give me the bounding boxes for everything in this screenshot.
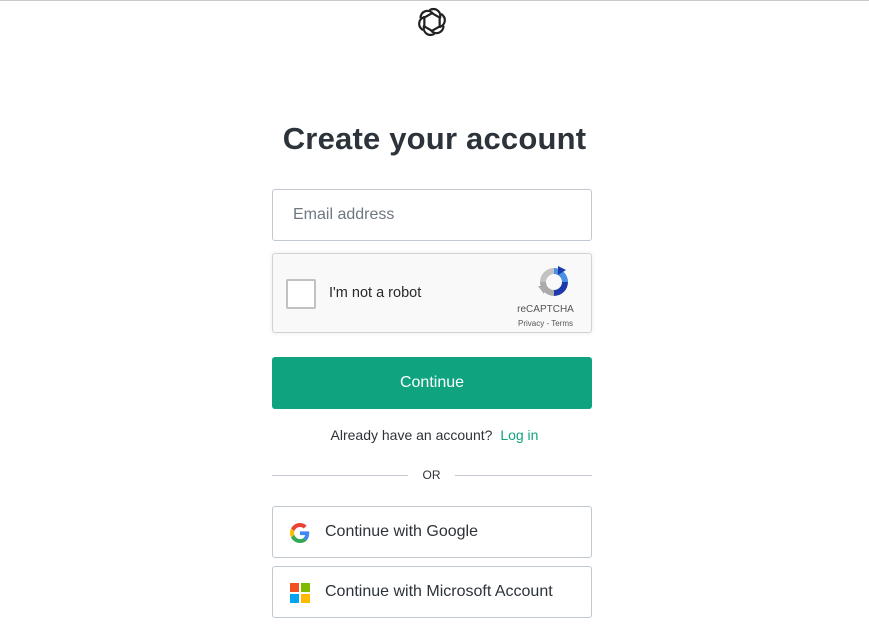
top-border (0, 0, 869, 1)
recaptcha-terms-link[interactable]: Terms (551, 319, 573, 328)
page-title: Create your account (282, 121, 587, 156)
continue-with-microsoft-button[interactable]: Continue with Microsoft Account (272, 566, 592, 618)
recaptcha-brand: reCAPTCHA (517, 304, 574, 315)
recaptcha-privacy-link[interactable]: Privacy (518, 319, 544, 328)
recaptcha-label: I'm not a robot (329, 285, 422, 301)
divider-line-left (272, 475, 408, 476)
continue-button[interactable]: Continue (272, 357, 592, 409)
google-button-label: Continue with Google (325, 523, 478, 540)
login-link[interactable]: Log in (500, 427, 538, 443)
recaptcha-widget: I'm not a robot reCAPTCHA Privacy - Term… (272, 253, 592, 333)
email-field[interactable] (272, 189, 592, 241)
google-icon (290, 523, 310, 543)
divider-or-text: OR (422, 468, 441, 482)
login-prompt-text: Already have an account? (330, 427, 493, 443)
openai-logo-icon (418, 8, 446, 36)
microsoft-icon (290, 583, 310, 603)
microsoft-button-label: Continue with Microsoft Account (325, 583, 553, 600)
recaptcha-checkbox[interactable] (286, 279, 316, 309)
recaptcha-links: Privacy - Terms (503, 319, 588, 328)
login-prompt: Already have an account? Log in (0, 427, 869, 443)
divider-line-right (455, 475, 592, 476)
continue-with-google-button[interactable]: Continue with Google (272, 506, 592, 558)
recaptcha-icon (538, 266, 568, 296)
